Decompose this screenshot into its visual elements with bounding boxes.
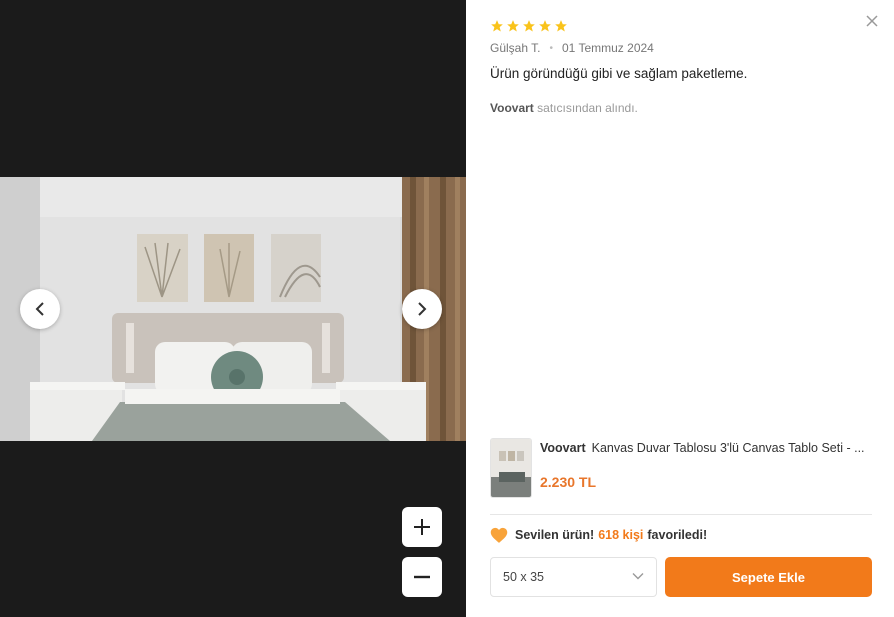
close-icon[interactable] xyxy=(864,13,880,29)
product-name: Kanvas Duvar Tablosu 3'lü Canvas Tablo S… xyxy=(591,441,865,455)
size-select-value: 50 x 35 xyxy=(503,570,545,584)
review-meta: Gülşah T. • 01 Temmuz 2024 xyxy=(490,41,654,55)
favorite-count: 618 kişi xyxy=(598,528,644,542)
chevron-down-icon xyxy=(632,573,644,580)
seller-line: Voovart satıcısından alındı. xyxy=(490,101,638,115)
star-icon xyxy=(491,20,503,32)
product-brand: Voovart xyxy=(540,441,586,455)
favorite-suffix: favoriledi! xyxy=(647,528,708,542)
size-select[interactable]: 50 x 35 xyxy=(490,557,657,597)
star-icon xyxy=(507,20,519,32)
zoom-in-button[interactable] xyxy=(402,507,442,547)
minus-icon xyxy=(414,575,430,579)
review-date: 01 Temmuz 2024 xyxy=(562,41,654,55)
star-icon xyxy=(555,20,567,32)
product-card[interactable]: Voovart Kanvas Duvar Tablosu 3'lü Canvas … xyxy=(490,438,876,500)
seller-name[interactable]: Voovart xyxy=(490,101,534,115)
seller-suffix: satıcısından alındı. xyxy=(537,101,638,115)
review-panel: Gülşah T. • 01 Temmuz 2024 Ürün göründüğ… xyxy=(466,0,894,617)
image-viewer xyxy=(0,0,466,617)
star-icon xyxy=(523,20,535,32)
product-price: 2.230 TL xyxy=(540,474,597,490)
star-icon xyxy=(539,20,551,32)
review-modal: Gülşah T. • 01 Temmuz 2024 Ürün göründüğ… xyxy=(0,0,894,617)
star-rating xyxy=(490,19,568,33)
chevron-left-icon xyxy=(35,302,44,316)
previous-image-button[interactable] xyxy=(20,289,60,329)
heart-icon xyxy=(490,527,508,543)
add-to-cart-button[interactable]: Sepete Ekle xyxy=(665,557,872,597)
review-author: Gülşah T. xyxy=(490,41,541,55)
review-photo xyxy=(0,177,466,441)
plus-icon xyxy=(414,519,430,535)
zoom-out-button[interactable] xyxy=(402,557,442,597)
product-title[interactable]: Voovart Kanvas Duvar Tablosu 3'lü Canvas … xyxy=(540,441,876,455)
next-image-button[interactable] xyxy=(402,289,442,329)
favorite-label: Sevilen ürün! xyxy=(515,528,595,542)
chevron-right-icon xyxy=(418,302,427,316)
favorite-info: Sevilen ürün! 618 kişi favoriledi! xyxy=(490,527,707,543)
product-thumbnail[interactable] xyxy=(490,438,532,498)
separator-dot: • xyxy=(549,42,553,54)
divider xyxy=(490,514,872,515)
review-text: Ürün göründüğü gibi ve sağlam paketleme. xyxy=(490,66,748,81)
